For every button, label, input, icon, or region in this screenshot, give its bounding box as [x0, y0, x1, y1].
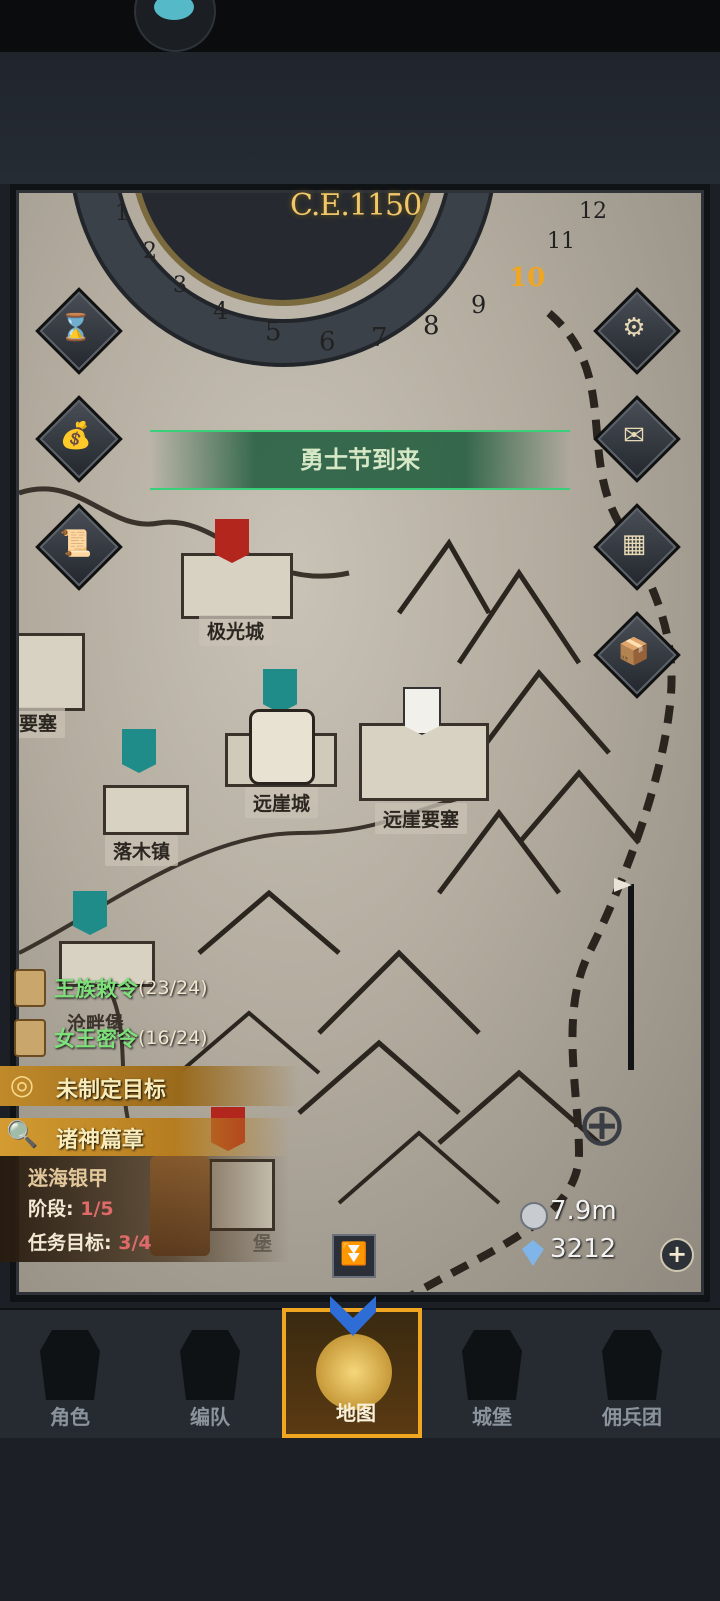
month-9: 9 [471, 291, 487, 319]
chapter-title: 诸神篇章 [56, 1128, 145, 1153]
stage-label: 阶段: [28, 1198, 81, 1220]
teal-banner-flag-3 [73, 891, 107, 935]
scroll-order-icon [14, 1019, 46, 1057]
nav-character[interactable]: 角色 [0, 1308, 140, 1438]
task-line: 任务目标: 3/4 [28, 1228, 152, 1255]
month-6: 6 [319, 327, 336, 357]
order-queen[interactable]: 女王密令 (16/24) [14, 1019, 208, 1057]
teal-banner-flag-2 [122, 729, 156, 773]
order-count: (16/24) [138, 1027, 208, 1049]
chapter-hero-portrait [150, 1156, 210, 1256]
knight-icon [40, 1330, 100, 1400]
upper-band [0, 52, 720, 184]
left-fortress-castle[interactable] [19, 633, 85, 711]
silver-coin-icon [520, 1202, 548, 1230]
nav-formation[interactable]: 编队 [140, 1308, 280, 1438]
nav-label: 编队 [190, 1405, 230, 1429]
order-name: 女王密令 [54, 1027, 138, 1051]
month-5: 5 [265, 317, 282, 347]
gear-icon: ⚙ [622, 313, 646, 343]
node-label-aurora-city[interactable]: 极光城 [199, 615, 273, 646]
red-banner-flag [215, 519, 249, 563]
node-label-farcliff-city[interactable]: 远崖城 [245, 787, 319, 818]
bottom-band [0, 1438, 720, 1601]
castle-icon [462, 1330, 522, 1400]
calendar-year: C.E.1150 [290, 188, 422, 223]
grid-board-icon: ▦ [621, 529, 647, 559]
node-label-left-fortress[interactable]: 要塞 [19, 707, 66, 738]
month-1: 1 [115, 201, 129, 226]
month-8: 8 [423, 311, 440, 341]
farcliff-fortress-castle[interactable] [359, 723, 489, 801]
teal-banner-flag [263, 669, 297, 713]
target-icon: ◎ [9, 1068, 35, 1101]
month-10-current: 10 [509, 263, 546, 293]
month-7: 7 [371, 323, 388, 353]
white-banner-flag [403, 687, 441, 735]
chapter-bar[interactable] [0, 1118, 290, 1156]
goal-text: 未制定目标 [56, 1078, 167, 1103]
event-banner-text: 勇士节到来 [300, 446, 420, 474]
nav-castle[interactable]: 城堡 [422, 1308, 562, 1438]
crate-icon: 📦 [617, 637, 651, 667]
envelope-icon: ✉ [623, 421, 645, 451]
gem-amount: 3212 [550, 1234, 617, 1264]
silver-amount: 7.9m [550, 1196, 617, 1226]
fallwood-town-castle[interactable] [103, 785, 189, 835]
nav-label: 地图 [336, 1401, 376, 1425]
money-bag-icon: 💰 [59, 421, 93, 451]
aurora-city-castle[interactable] [181, 553, 293, 619]
node-label-farcliff-fortress[interactable]: 远崖要塞 [375, 803, 468, 834]
month-3: 3 [173, 273, 187, 298]
task-value: 3/4 [118, 1232, 152, 1254]
stage-line: 阶段: 1/5 [28, 1194, 114, 1221]
month-12: 12 [579, 199, 607, 224]
nav-label: 佣兵团 [602, 1405, 662, 1429]
order-name: 王族敕令 [54, 977, 138, 1001]
nav-label: 角色 [50, 1405, 90, 1429]
nav-label: 城堡 [472, 1405, 512, 1429]
top-bar [0, 0, 720, 52]
zoom-slider[interactable] [628, 884, 634, 1070]
stage-value: 1/5 [80, 1198, 114, 1220]
mercenary-icon [602, 1330, 662, 1400]
recenter-icon[interactable]: ⊕ [550, 1090, 654, 1162]
month-4: 4 [213, 297, 229, 325]
quest-name: 迷海银甲 [28, 1166, 108, 1190]
task-label: 任务目标: [28, 1232, 119, 1254]
scroll-order-icon [14, 969, 46, 1007]
node-label-fallwood-town[interactable]: 落木镇 [105, 835, 179, 866]
hourglass-icon: ⌛ [59, 313, 93, 343]
order-royal[interactable]: 王族敕令 (23/24) [14, 969, 208, 1007]
lock-icon [249, 709, 315, 785]
nav-mercenary[interactable]: 佣兵团 [562, 1308, 702, 1438]
helmet-icon [180, 1330, 240, 1400]
collapse-button[interactable]: ⏬ [332, 1234, 376, 1278]
scroll-icon: 📜 [59, 529, 93, 559]
add-resource-button[interactable]: + [660, 1238, 694, 1272]
search-icon: 🔍 [6, 1120, 39, 1150]
month-2: 2 [143, 239, 157, 264]
order-count: (23/24) [138, 977, 208, 999]
month-11: 11 [547, 229, 575, 254]
